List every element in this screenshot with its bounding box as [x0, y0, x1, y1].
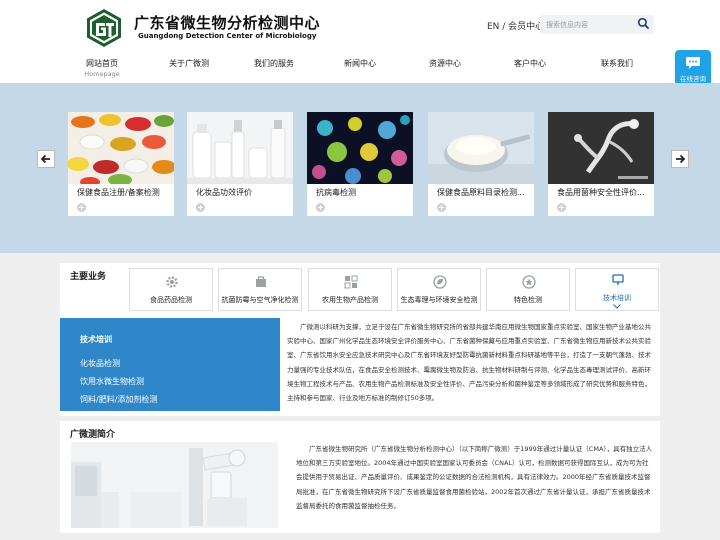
- service-tab-eco-tox[interactable]: 生态毒理与环境安全检测: [397, 268, 481, 311]
- powder-image: [428, 112, 534, 184]
- star-icon: [522, 275, 536, 289]
- nav-customers[interactable]: 客户中心: [514, 58, 546, 69]
- nav-news[interactable]: 新闻中心: [344, 58, 376, 69]
- card-title: 抗病毒检测: [316, 188, 356, 197]
- gear-icon: [166, 276, 178, 288]
- training-icon: [612, 274, 624, 285]
- search-input[interactable]: [546, 15, 634, 34]
- lab-equipment-image: [71, 442, 278, 528]
- sidebar-item-cosmetics[interactable]: 化妆品检测: [80, 358, 120, 369]
- chevron-down-icon: [613, 304, 621, 309]
- service-tab-special[interactable]: 特色检测: [486, 268, 570, 311]
- service-tab-agri-bio[interactable]: 农用生物产品检测: [308, 268, 392, 311]
- box-icon: [256, 276, 266, 287]
- carousel-card[interactable]: 保健食品原料目录检测...: [428, 112, 534, 216]
- arrow-right-icon: [676, 154, 686, 164]
- microscope-image: [548, 112, 654, 184]
- arrow-left-icon: [40, 154, 50, 164]
- section-title: 主要业务: [70, 272, 107, 282]
- language-member-links[interactable]: EN / 会员中心: [487, 19, 544, 32]
- carousel-card[interactable]: 抗病毒检测: [307, 112, 413, 216]
- service-carousel: 保健食品注册/备案检测 化妆品功效评价 抗病毒检测 保健食品原料目录检测... …: [0, 83, 720, 253]
- search-box: [540, 15, 654, 34]
- search-button[interactable]: [635, 16, 652, 33]
- virus-image: [307, 112, 413, 184]
- service-tab-food-drug[interactable]: 食品药品检测: [129, 268, 213, 311]
- carousel-prev-button[interactable]: [37, 150, 55, 168]
- plus-icon[interactable]: [196, 203, 205, 212]
- plus-icon[interactable]: [77, 203, 86, 212]
- online-consult-label: 在线咨询: [680, 75, 706, 83]
- site-logo[interactable]: [84, 8, 124, 48]
- nav-resources[interactable]: 资源中心: [429, 58, 461, 69]
- intro-description: 广东省微生物研究所（广东省微生物分析检测中心）（以下简称广微测）于1999年通过…: [296, 445, 653, 510]
- main-nav: 网站首页 Homepage 关于广微测 我们的服务 新闻中心 资源中心 客户中心…: [60, 58, 670, 80]
- nav-about[interactable]: 关于广微测: [169, 58, 209, 69]
- service-tab-label: 抗菌防霉与空气净化检测: [221, 296, 299, 304]
- card-title: 化妆品功效评价: [196, 188, 252, 197]
- nav-home-label: 网站首页: [86, 59, 118, 68]
- plus-icon[interactable]: [557, 203, 566, 212]
- carousel-card[interactable]: 化妆品功效评价: [187, 112, 293, 216]
- sidebar-item-feed[interactable]: 饲料/肥料/添加剂检测: [80, 394, 157, 405]
- nav-home[interactable]: 网站首页 Homepage: [84, 58, 119, 78]
- card-title: 保健食品注册/备案检测: [77, 188, 160, 197]
- site-header: 广东省微生物分析检测中心 Guangdong Detection Center …: [0, 0, 720, 86]
- online-consult-button[interactable]: 在线咨询: [675, 50, 711, 86]
- business-description: 广微测以科研为支撑，立足于设在广东省微生物研究所的省部共建华南应用微生物国家重点…: [287, 323, 651, 403]
- card-title: 保健食品原料目录检测...: [437, 188, 525, 197]
- carousel-card[interactable]: 食品用菌种安全性评价...: [548, 112, 654, 216]
- carousel-next-button[interactable]: [671, 150, 689, 168]
- brand-name-en: Guangdong Detection Center of Microbiolo…: [138, 32, 317, 40]
- carousel-card[interactable]: 保健食品注册/备案检测: [68, 112, 174, 216]
- card-title: 食品用菌种安全性评价...: [557, 188, 645, 197]
- service-tab-antibacterial[interactable]: 抗菌防霉与空气净化检测: [218, 268, 302, 311]
- sidebar-item-water[interactable]: 饮用水微生物检测: [80, 376, 144, 387]
- nav-home-sublabel: Homepage: [84, 70, 120, 78]
- service-tab-label: 农用生物产品检测: [322, 296, 378, 304]
- cosmetics-image: [187, 112, 293, 184]
- plus-icon[interactable]: [316, 203, 325, 212]
- service-tab-label: 生态毒理与环境安全检测: [400, 296, 478, 304]
- service-tab-label: 食品药品检测: [150, 296, 192, 304]
- plus-icon[interactable]: [437, 203, 446, 212]
- service-tab-label: 特色检测: [514, 296, 542, 304]
- sidebar-heading: 技术培训: [80, 335, 112, 344]
- grid-icon: [344, 275, 358, 289]
- training-sidebar: 技术培训 化妆品检测 饮用水微生物检测 饲料/肥料/添加剂检测: [60, 318, 280, 411]
- nav-services[interactable]: 我们的服务: [254, 58, 294, 69]
- about-intro-section: 广微测简介 广东省微生物研究所（广东省微生物分析检测中心）（以下简称广微测）于1…: [60, 421, 660, 533]
- service-tab-training[interactable]: 技术培训: [575, 268, 659, 311]
- main-business-section: 主要业务 食品药品检测 抗菌防霉与空气净化检测 农用生物产品检测 生态毒理与环境…: [60, 263, 660, 416]
- chat-icon: [686, 57, 700, 69]
- brand-name-cn: 广东省微生物分析检测中心: [134, 14, 321, 32]
- search-icon: [637, 17, 650, 29]
- service-tab-label: 技术培训: [603, 294, 631, 302]
- nav-contact[interactable]: 联系我们: [601, 58, 633, 69]
- pills-image: [68, 112, 174, 184]
- leaf-icon: [433, 275, 447, 289]
- section-title: 广微测简介: [70, 430, 116, 440]
